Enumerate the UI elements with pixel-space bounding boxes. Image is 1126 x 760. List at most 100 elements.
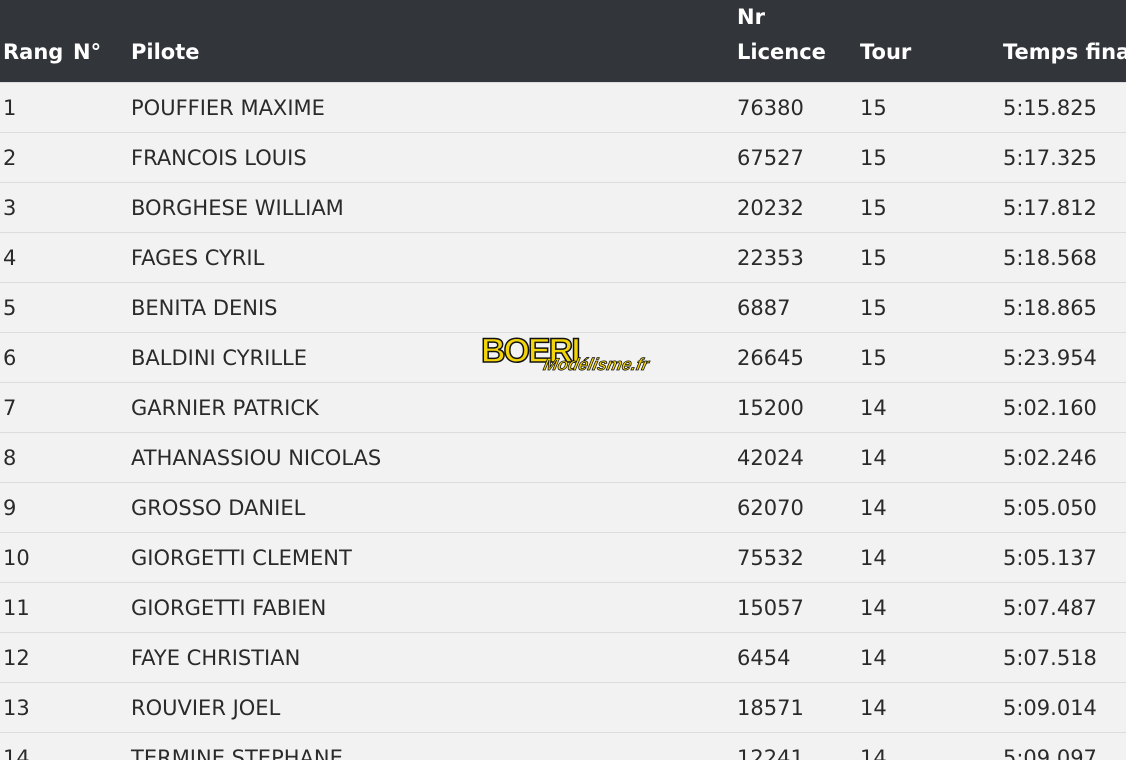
cell-licence: 26645 [737, 345, 804, 370]
cell-pilote: TERMINE STEPHANE [131, 745, 343, 760]
cell-num [73, 333, 131, 383]
table-row[interactable]: 13 ROUVIER JOEL 18571 14 5:09.014 [0, 682, 1126, 733]
table-body: 1 POUFFIER MAXIME 76380 15 5:15.825 2 FRANCOIS… [0, 82, 1126, 760]
header-rang[interactable]: Rang [0, 0, 73, 83]
cell-pilote: FAGES CYRIL [131, 245, 265, 270]
table-row[interactable]: 2 FRANCOIS LOUIS 67527 15 5:17.325 [0, 132, 1126, 183]
cell-licence: 20232 [737, 195, 804, 220]
table-row[interactable]: 1 POUFFIER MAXIME 76380 15 5:15.825 [0, 82, 1126, 133]
cell-licence: 62070 [737, 495, 804, 520]
cell-tour: 15 [860, 145, 887, 170]
cell-num [73, 283, 131, 333]
cell-licence: 76380 [737, 95, 804, 120]
header-tour[interactable]: Tour [860, 0, 1003, 83]
cell-rang: 3 [3, 195, 17, 220]
svg-text:Modélisme.fr: Modélisme.fr [542, 354, 652, 374]
table-row[interactable]: 5 BENITA DENIS 6887 15 5:18.865 [0, 282, 1126, 333]
cell-tour: 15 [860, 95, 887, 120]
cell-pilote: BENITA DENIS [131, 295, 278, 320]
header-pilote[interactable]: Pilote [131, 0, 737, 83]
cell-licence: 6454 [737, 645, 791, 670]
cell-temps: 5:18.568 [1003, 245, 1097, 270]
cell-rang: 13 [3, 695, 30, 720]
table-row[interactable]: 12 FAYE CHRISTIAN 6454 14 5:07.518 [0, 632, 1126, 683]
cell-pilote: GARNIER PATRICK [131, 395, 319, 420]
cell-pilote: ATHANASSIOU NICOLAS [131, 445, 382, 470]
cell-rang: 7 [3, 395, 17, 420]
cell-temps: 5:15.825 [1003, 95, 1097, 120]
table-row[interactable]: 11 GIORGETTI FABIEN 15057 14 5:07.487 [0, 582, 1126, 633]
cell-temps: 5:23.954 [1003, 345, 1097, 370]
cell-num [73, 83, 131, 133]
cell-temps: 5:02.160 [1003, 395, 1097, 420]
cell-pilote: ROUVIER JOEL [131, 695, 281, 720]
cell-num [73, 133, 131, 183]
cell-num [73, 383, 131, 433]
cell-temps: 5:02.246 [1003, 445, 1097, 470]
cell-licence: 6887 [737, 295, 791, 320]
cell-pilote: BORGHESE WILLIAM [131, 195, 344, 220]
table-header: Rang N° Pilote Nr Licence Tour Temps fin… [0, 0, 1126, 83]
cell-licence: 15057 [737, 595, 804, 620]
cell-num [73, 633, 131, 683]
boeri-logo: BOERI Modélisme.fr [480, 331, 652, 374]
table-row[interactable]: 3 BORGHESE WILLIAM 20232 15 5:17.812 [0, 182, 1126, 233]
cell-rang: 1 [3, 95, 17, 120]
header-num[interactable]: N° [73, 0, 131, 83]
cell-temps: 5:05.050 [1003, 495, 1097, 520]
cell-tour: 15 [860, 245, 887, 270]
cell-temps: 5:18.865 [1003, 295, 1097, 320]
cell-num [73, 583, 131, 633]
cell-rang: 5 [3, 295, 17, 320]
cell-rang: 14 [3, 745, 30, 760]
cell-tour: 14 [860, 645, 887, 670]
table-row[interactable]: 9 GROSSO DANIEL 62070 14 5:05.050 [0, 482, 1126, 533]
cell-rang: 11 [3, 595, 30, 620]
cell-licence: 18571 [737, 695, 804, 720]
cell-rang: 4 [3, 245, 17, 270]
table-row[interactable]: 10 GIORGETTI CLEMENT 75532 14 5:05.137 [0, 532, 1126, 583]
cell-pilote: GIORGETTI FABIEN [131, 595, 327, 620]
logo-sub-text: Modélisme.fr [541, 354, 652, 374]
results-page: Rang N° Pilote Nr Licence Tour Temps fin… [0, 0, 1126, 760]
cell-licence: 75532 [737, 545, 804, 570]
cell-tour: 14 [860, 445, 887, 470]
cell-temps: 5:05.137 [1003, 545, 1097, 570]
table-row[interactable]: 4 FAGES CYRIL 22353 15 5:18.568 [0, 232, 1126, 283]
cell-tour: 15 [860, 345, 887, 370]
header-licence-line2: Licence [737, 40, 826, 64]
cell-num [73, 533, 131, 583]
cell-rang: 10 [3, 545, 30, 570]
cell-rang: 6 [3, 345, 17, 370]
cell-licence: 42024 [737, 445, 804, 470]
cell-rang: 2 [3, 145, 17, 170]
table-row[interactable]: 14 TERMINE STEPHANE 12241 14 5:09.097 [0, 732, 1126, 760]
cell-tour: 15 [860, 295, 887, 320]
header-licence[interactable]: Nr Licence [737, 0, 860, 83]
cell-pilote: FAYE CHRISTIAN [131, 645, 301, 670]
cell-rang: 8 [3, 445, 17, 470]
cell-pilote: POUFFIER MAXIME [131, 95, 325, 120]
cell-temps: 5:09.014 [1003, 695, 1097, 720]
cell-num [73, 233, 131, 283]
results-table: Rang N° Pilote Nr Licence Tour Temps fin… [0, 0, 1126, 760]
cell-temps: 5:17.812 [1003, 195, 1097, 220]
cell-tour: 14 [860, 745, 887, 760]
cell-tour: 14 [860, 695, 887, 720]
table-row[interactable]: 7 GARNIER PATRICK 15200 14 5:02.160 [0, 382, 1126, 433]
cell-num [73, 433, 131, 483]
cell-tour: 14 [860, 545, 887, 570]
cell-licence: 12241 [737, 745, 804, 760]
header-temps[interactable]: Temps final [1003, 0, 1126, 83]
cell-pilote: GIORGETTI CLEMENT [131, 545, 352, 570]
header-row: Rang N° Pilote Nr Licence Tour Temps fin… [0, 0, 1126, 83]
cell-num [73, 733, 131, 760]
table-row[interactable]: 8 ATHANASSIOU NICOLAS 42024 14 5:02.246 [0, 432, 1126, 483]
cell-tour: 14 [860, 495, 887, 520]
cell-tour: 14 [860, 595, 887, 620]
cell-tour: 15 [860, 195, 887, 220]
cell-licence: 22353 [737, 245, 804, 270]
cell-tour: 14 [860, 395, 887, 420]
cell-num [73, 483, 131, 533]
cell-pilote: FRANCOIS LOUIS [131, 145, 307, 170]
